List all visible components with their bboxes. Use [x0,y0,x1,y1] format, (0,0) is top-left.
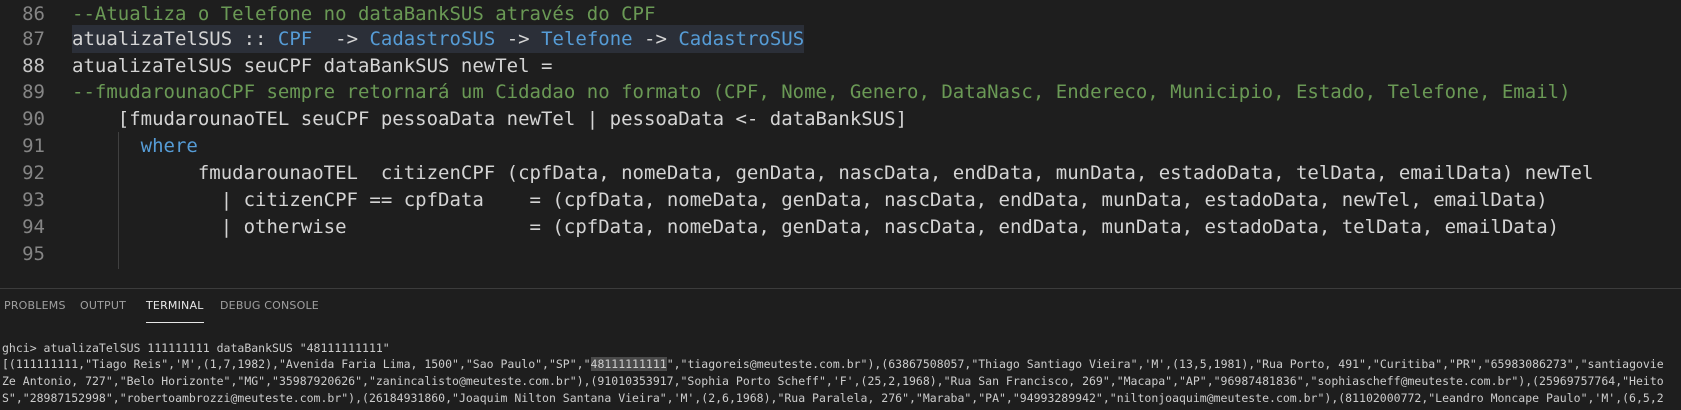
code-line[interactable]: 91 where [0,132,1681,160]
code-line[interactable]: 88 atualizaTelSUS seuCPF dataBankSUS newT… [0,52,1681,80]
line-number: 86 [22,3,45,25]
terminal-output-line: [(111111111,"Tiago Reis",'M',(1,7,1982),… [2,356,1664,372]
line-number: 91 [22,135,45,157]
tab-debug-console[interactable]: DEBUG CONSOLE [220,289,319,323]
line-number: 89 [22,81,45,103]
code-token: | otherwise = (cpfData, nomeData, genDat… [72,216,1560,238]
code-line[interactable]: 92 fmudarounaoTEL citizenCPF (cpfData, n… [0,159,1681,187]
terminal-output[interactable]: ghci> atualizaTelSUS 111111111 dataBankS… [0,340,1681,410]
code-text: --Atualiza o Telefone no dataBankSUS atr… [72,0,655,28]
code-text: where [72,132,198,160]
line-number: 87 [22,28,45,50]
indent-guide [118,159,119,269]
code-token: :: [232,28,278,50]
tab-output[interactable]: OUTPUT [80,289,126,323]
code-line[interactable]: 95 [0,240,1681,268]
code-text: | citizenCPF == cpfData = (cpfData, nome… [72,186,1548,214]
code-token: CadastroSUS [369,28,496,50]
line-number: 90 [22,108,45,130]
code-text: atualizaTelSUS seuCPF dataBankSUS newTel… [72,52,552,80]
line-number: 93 [22,189,45,211]
code-token: CadastroSUS [678,28,805,50]
code-token: where [140,135,198,157]
code-token: Telefone [541,28,633,50]
code-text: fmudarounaoTEL citizenCPF (cpfData, nome… [72,159,1594,187]
code-text: [fmudarounaoTEL seuCPF pessoaData newTel… [72,105,907,133]
tab-problems[interactable]: PROBLEMS [4,289,66,323]
panel-tab-bar: PROBLEMS OUTPUT TERMINAL DEBUG CONSOLE [0,288,1681,323]
code-token: atualizaTelSUS [72,28,233,50]
terminal-output-line: Ze Antonio, 727","Belo Horizonte","MG","… [2,374,1664,388]
code-line[interactable]: 87 atualizaTelSUS :: CPF -> CadastroSUS -… [0,25,1681,53]
tab-terminal[interactable]: TERMINAL [146,289,204,323]
code-editor[interactable]: 86 --Atualiza o Telefone no dataBankSUS a… [0,0,1681,286]
code-text: | otherwise = (cpfData, nomeData, genDat… [72,213,1559,241]
code-token: --fmudarounaoCPF sempre retornará um Cid… [72,81,1571,103]
code-line[interactable]: 89 --fmudarounaoCPF sempre retornará um C… [0,78,1681,106]
code-line[interactable]: 94 | otherwise = (cpfData, nomeData, gen… [0,213,1681,241]
line-number: 94 [22,216,45,238]
code-token: fmudarounaoTEL citizenCPF (cpfData, nome… [72,162,1594,184]
terminal-output-line: S","28987152998","robertoambrozzi@meutes… [2,391,1664,405]
code-line[interactable]: 86 --Atualiza o Telefone no dataBankSUS a… [0,0,1681,28]
code-token: atualizaTelSUS seuCPF dataBankSUS newTel… [72,55,553,77]
code-text: atualizaTelSUS :: CPF -> CadastroSUS -> … [72,25,805,53]
code-token: -> [632,28,679,50]
code-text: --fmudarounaoCPF sempre retornará um Cid… [72,78,1571,106]
code-line[interactable]: 90 [fmudarounaoTEL seuCPF pessoaData new… [0,105,1681,133]
code-line[interactable]: 93 | citizenCPF == cpfData = (cpfData, n… [0,186,1681,214]
terminal-text: [(111111111,"Tiago Reis",'M',(1,7,1982),… [2,357,591,371]
terminal-text: ","tiagoreis@meuteste.com.br"),(63867508… [666,357,1664,371]
code-token: -> [312,28,370,50]
code-token: [fmudarounaoTEL seuCPF pessoaData newTel… [72,108,908,130]
code-token: | citizenCPF == cpfData = (cpfData, nome… [72,189,1548,211]
code-token: -> [495,28,542,50]
line-number: 95 [22,243,45,265]
selected-text: 48111111111 [590,357,667,371]
code-token: CPF [277,28,313,50]
line-number: 88 [22,55,45,77]
terminal-command-line: ghci> atualizaTelSUS 111111111 dataBankS… [2,341,390,355]
code-token: --Atualiza o Telefone no dataBankSUS atr… [72,3,656,25]
line-number: 92 [22,162,45,184]
